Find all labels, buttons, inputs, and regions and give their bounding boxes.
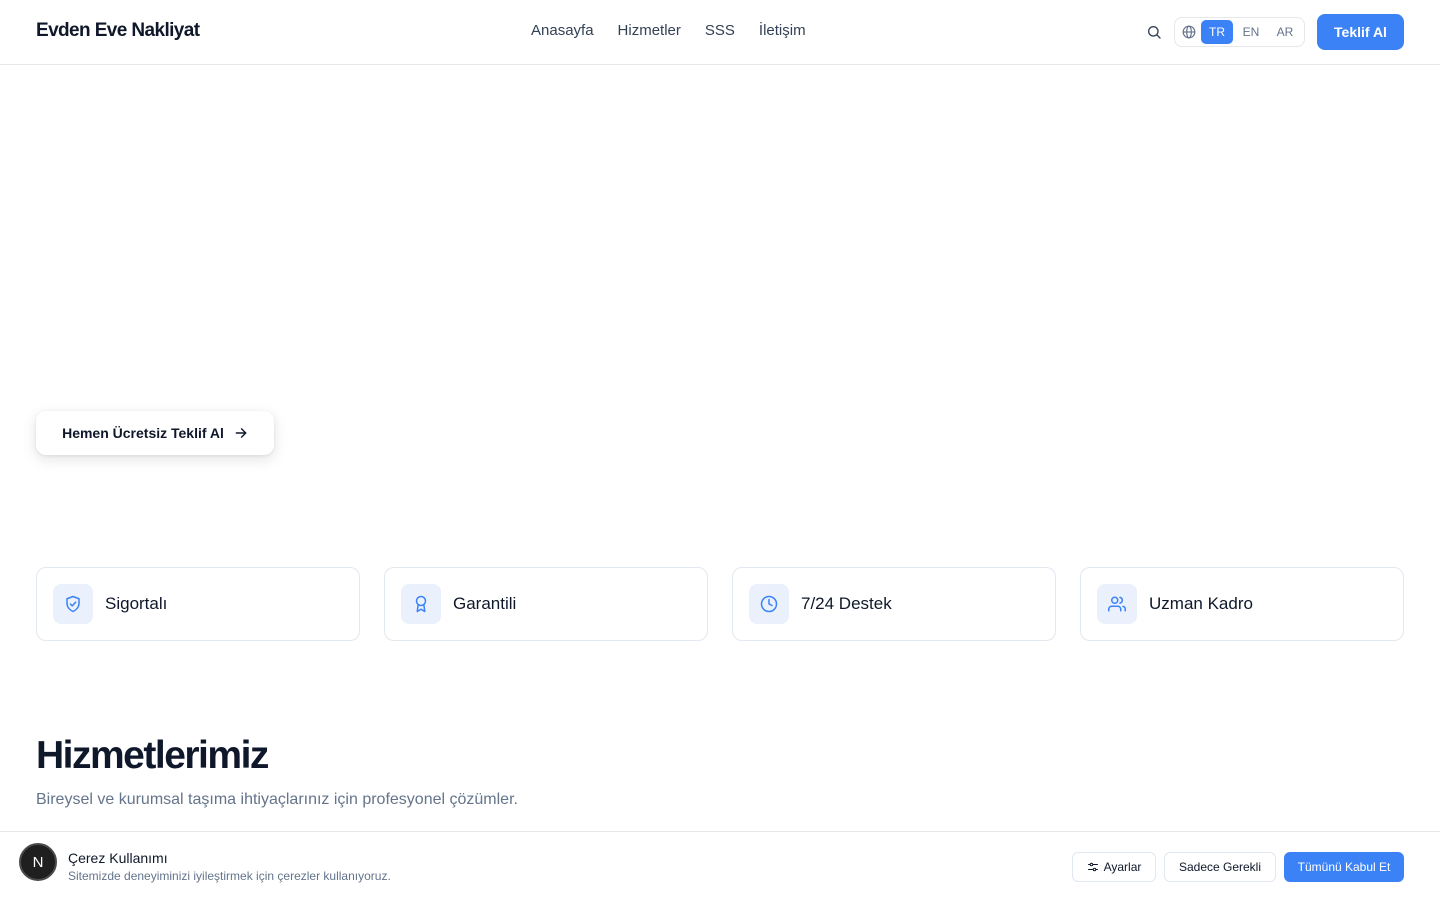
cookie-title: Çerez Kullanımı [68, 850, 168, 866]
nav-link-faq[interactable]: SSS [705, 22, 735, 39]
free-quote-button[interactable]: Hemen Ücretsiz Teklif Al [36, 411, 274, 455]
nav-link-contact[interactable]: İletişim [759, 22, 806, 39]
shield-check-icon [53, 584, 93, 624]
cookie-necessary-button[interactable]: Sadece Gerekli [1164, 852, 1276, 882]
feature-card-insured: Sigortalı [36, 567, 360, 641]
cookie-accept-all-button[interactable]: Tümünü Kabul Et [1284, 852, 1404, 882]
services-title: Hizmetlerimiz [36, 734, 269, 777]
site-header: Evden Eve Nakliyat Anasayfa Hizmetler SS… [0, 0, 1440, 65]
free-quote-label: Hemen Ücretsiz Teklif Al [62, 425, 224, 441]
feature-card-support: 7/24 Destek [732, 567, 1056, 641]
users-icon [1097, 584, 1137, 624]
feature-card-team: Uzman Kadro [1080, 567, 1404, 641]
n-badge-icon[interactable]: N [19, 843, 57, 881]
cookie-banner: N Çerez Kullanımı Sitemizde deneyiminizi… [0, 831, 1440, 900]
main-nav: Anasayfa Hizmetler SSS İletişim [531, 22, 806, 39]
nav-link-home[interactable]: Anasayfa [531, 22, 594, 39]
language-switcher: TR EN AR [1174, 17, 1305, 47]
language-option-en[interactable]: EN [1235, 20, 1267, 44]
feature-label: Uzman Kadro [1149, 594, 1253, 613]
language-option-tr[interactable]: TR [1201, 20, 1233, 44]
feature-label: Garantili [453, 594, 517, 613]
search-button[interactable] [1143, 21, 1165, 43]
clock-icon [749, 584, 789, 624]
globe-icon [1181, 24, 1197, 40]
nav-link-services[interactable]: Hizmetler [618, 22, 681, 39]
award-icon [401, 584, 441, 624]
site-logo[interactable]: Evden Eve Nakliyat [36, 20, 200, 42]
arrow-right-icon [235, 428, 247, 438]
feature-card-guaranteed: Garantili [384, 567, 708, 641]
sliders-icon [1087, 862, 1098, 872]
cookie-settings-label: Ayarlar [1103, 860, 1142, 874]
language-option-ar[interactable]: AR [1269, 20, 1301, 44]
cookie-description: Sitemizde deneyiminizi iyileştirmek için… [68, 869, 391, 883]
services-subtitle: Bireysel ve kurumsal taşıma ihtiyaçların… [36, 791, 518, 808]
get-quote-button[interactable]: Teklif Al [1317, 14, 1404, 50]
feature-label: Sigortalı [105, 594, 168, 613]
feature-label: 7/24 Destek [801, 594, 892, 613]
cookie-settings-button[interactable]: Ayarlar [1072, 852, 1156, 882]
search-icon [1148, 26, 1161, 39]
